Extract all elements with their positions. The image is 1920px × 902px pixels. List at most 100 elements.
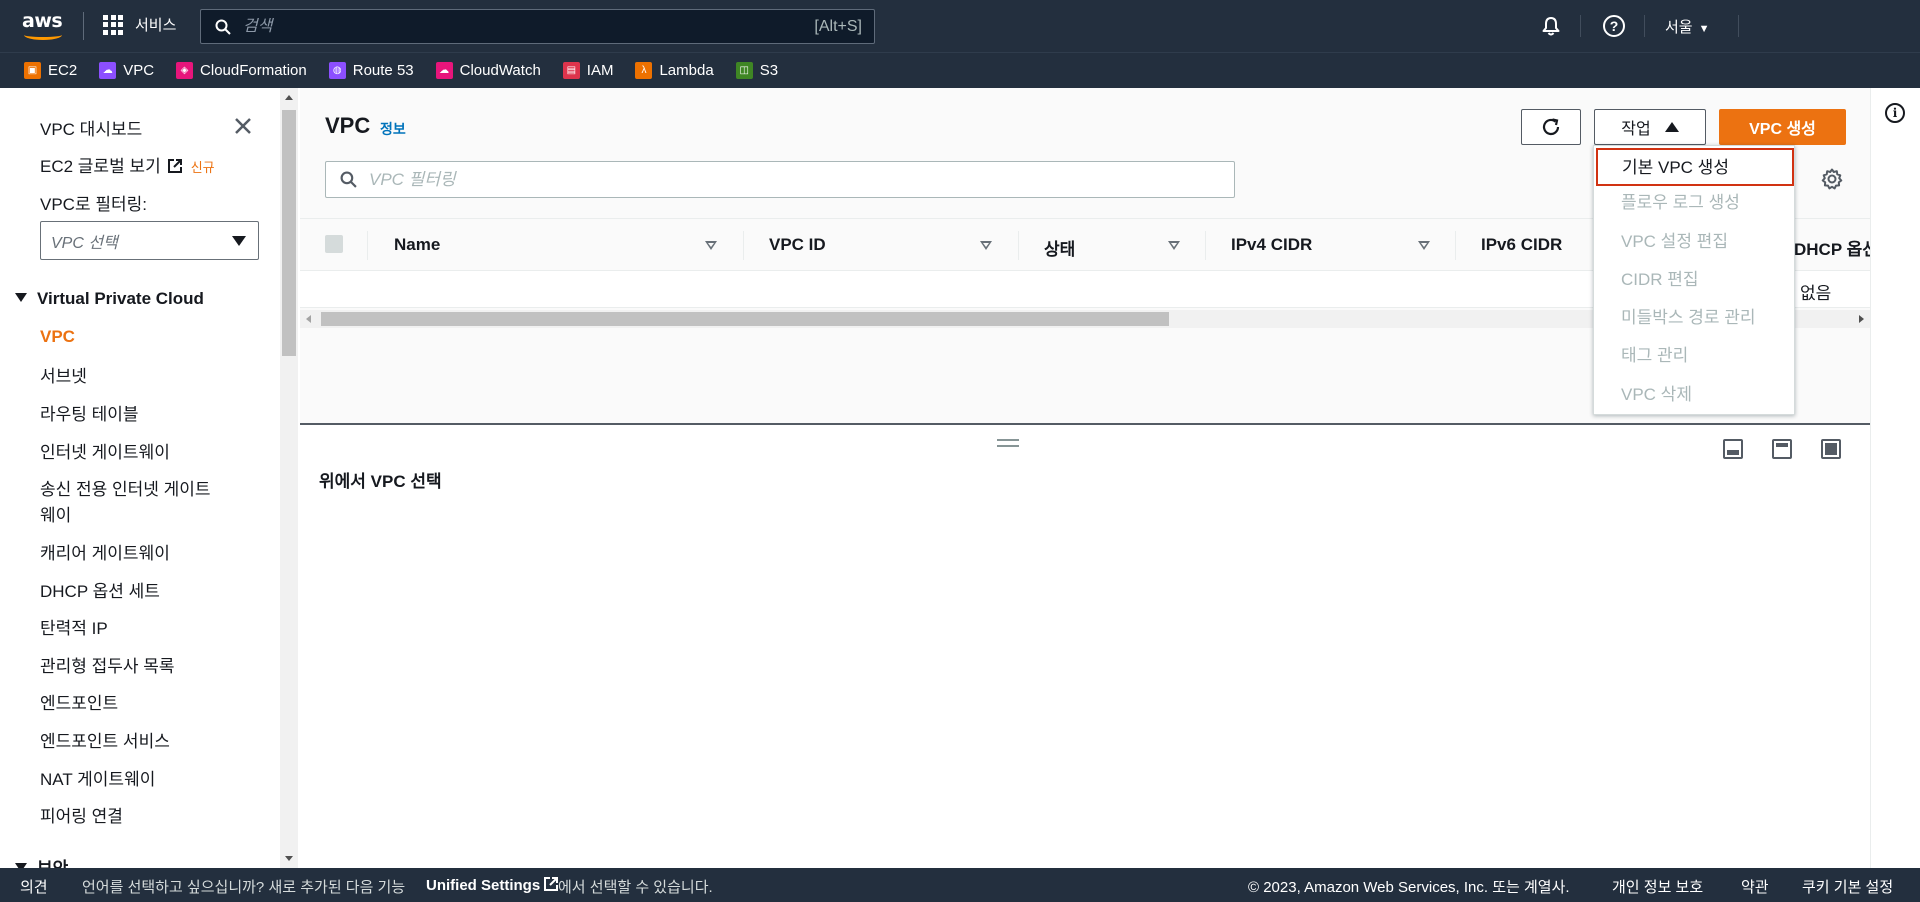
sidebar-item-vpc-dashboard[interactable]: VPC 대시보드 <box>40 115 142 140</box>
detail-panel-placeholder: 위에서 VPC 선택 <box>319 472 442 491</box>
favorite-cloudwatch[interactable]: ☁ CloudWatch <box>435 62 541 79</box>
menu-item-manage-tags[interactable]: 태그 관리 <box>1594 338 1794 376</box>
column-header-ipv4-cidr[interactable]: IPv4 CIDR <box>1231 235 1312 255</box>
menu-item-edit-vpc-settings[interactable]: VPC 설정 편집 <box>1594 224 1794 262</box>
column-separator[interactable] <box>1205 231 1206 260</box>
vpc-filter-input[interactable] <box>369 169 1234 190</box>
sidebar-scrollbar[interactable] <box>280 88 298 868</box>
favorite-route53[interactable]: ◍ Route 53 <box>328 62 414 79</box>
caret-down-icon <box>15 293 27 302</box>
scroll-up-arrow-icon[interactable] <box>285 95 293 100</box>
terms-link[interactable]: 약관 <box>1741 876 1769 897</box>
sidebar-item-ec2-global-view[interactable]: EC2 글로벌 보기 신규 <box>40 152 215 177</box>
sidebar-item-peering-connections[interactable]: 피어링 연결 <box>40 802 123 827</box>
scroll-right-arrow-icon[interactable] <box>1859 315 1864 323</box>
sidebar-item-egress-only-igw[interactable]: 송신 전용 인터넷 게이트 <box>40 475 211 500</box>
menu-item-manage-middlebox-routes[interactable]: 미들박스 경로 관리 <box>1594 300 1794 338</box>
global-search-input[interactable] <box>243 17 815 36</box>
menu-item-create-flow-log[interactable]: 플로우 로그 생성 <box>1594 185 1794 223</box>
menu-item-delete-vpc[interactable]: VPC 삭제 <box>1594 377 1794 415</box>
global-search[interactable]: [Alt+S] <box>200 9 875 44</box>
feedback-link[interactable]: 의견 <box>20 876 48 897</box>
menu-item-create-default-vpc[interactable]: 기본 VPC 생성 <box>1596 148 1794 186</box>
split-panel-full-icon[interactable] <box>1821 439 1841 459</box>
aws-logo[interactable]: aws <box>22 12 66 40</box>
vpc-filter-select[interactable]: VPC 선택 <box>40 221 259 260</box>
route53-service-icon: ◍ <box>328 62 346 79</box>
external-link-icon <box>544 877 559 891</box>
column-header-state[interactable]: 상태 <box>1044 235 1075 260</box>
actions-dropdown-button[interactable]: 작업 <box>1594 109 1706 145</box>
favorite-label: Route 53 <box>352 62 414 79</box>
drag-handle-icon[interactable] <box>997 439 1019 447</box>
sidebar-item-internet-gateways[interactable]: 인터넷 게이트웨이 <box>40 438 170 463</box>
sidebar-item-endpoints[interactable]: 엔드포인트 <box>40 689 118 714</box>
column-header-ipv6-cidr[interactable]: IPv6 CIDR <box>1481 235 1562 255</box>
menu-item-edit-cidrs[interactable]: CIDR 편집 <box>1594 262 1794 300</box>
column-separator[interactable] <box>1455 231 1456 260</box>
caret-down-icon: ▼ <box>1698 23 1710 35</box>
language-message-suffix: 에서 선택할 수 있습니다. <box>558 879 713 896</box>
search-icon <box>215 19 231 35</box>
actions-menu: 기본 VPC 생성 플로우 로그 생성 VPC 설정 편집 CIDR 편집 미들… <box>1593 145 1795 415</box>
help-icon[interactable]: ? <box>1603 15 1625 37</box>
sort-icon[interactable] <box>1418 241 1430 250</box>
scroll-down-arrow-icon[interactable] <box>285 856 293 861</box>
close-icon[interactable] <box>232 115 254 137</box>
region-selector[interactable]: 서울 ▼ <box>1665 16 1710 37</box>
column-header-dhcp-options[interactable]: DHCP 옵션 <box>1794 235 1878 260</box>
caret-down-icon <box>232 236 246 246</box>
favorite-iam[interactable]: ▤ IAM <box>562 62 613 79</box>
refresh-icon <box>1542 118 1560 136</box>
sort-icon[interactable] <box>705 241 717 250</box>
column-header-vpc-id[interactable]: VPC ID <box>769 235 826 255</box>
split-panel-side-icon[interactable] <box>1772 439 1792 459</box>
unified-settings-link[interactable]: Unified Settings <box>426 876 559 894</box>
sidebar-item-elastic-ips[interactable]: 탄력적 IP <box>40 614 108 639</box>
section-security[interactable]: 보안 <box>15 854 68 868</box>
sidebar-item-nat-gateways[interactable]: NAT 게이트웨이 <box>40 765 155 790</box>
sidebar-item-endpoint-services[interactable]: 엔드포인트 서비스 <box>40 727 170 752</box>
favorite-vpc[interactable]: ☁ VPC <box>99 62 154 79</box>
caret-up-icon <box>1664 122 1679 132</box>
favorite-lambda[interactable]: λ Lambda <box>635 62 714 79</box>
sidebar-item-vpc[interactable]: VPC <box>40 327 75 347</box>
favorite-label: Lambda <box>659 62 714 79</box>
favorite-label: CloudWatch <box>459 62 541 79</box>
sidebar-item-route-tables[interactable]: 라우팅 테이블 <box>40 400 139 425</box>
split-panel-bottom-icon[interactable] <box>1723 439 1743 459</box>
bell-icon[interactable] <box>1541 16 1561 36</box>
sidebar-item-subnets[interactable]: 서브넷 <box>40 362 87 387</box>
column-separator[interactable] <box>1018 231 1019 260</box>
vpc-filter-label: VPC로 필터링: <box>40 195 147 214</box>
dhcp-options-cell: 없음 <box>1800 284 1832 303</box>
gear-icon[interactable] <box>1821 168 1843 190</box>
favorite-ec2[interactable]: ▣ EC2 <box>24 62 77 79</box>
favorite-s3[interactable]: ◫ S3 <box>735 62 778 79</box>
favorite-cloudformation[interactable]: ◈ CloudFormation <box>176 62 307 79</box>
ec2-service-icon: ▣ <box>24 62 41 79</box>
section-virtual-private-cloud[interactable]: Virtual Private Cloud <box>15 289 204 309</box>
vpc-filter[interactable] <box>325 161 1235 198</box>
sidebar-item-egress-only-igw-wrap[interactable]: 웨이 <box>40 501 71 526</box>
refresh-button[interactable] <box>1521 109 1581 145</box>
column-separator[interactable] <box>743 231 744 260</box>
services-menu-button[interactable]: 서비스 <box>103 14 176 35</box>
sidebar-item-carrier-gateways[interactable]: 캐리어 게이트웨이 <box>40 539 170 564</box>
cookie-preferences-link[interactable]: 쿠키 기본 설정 <box>1802 876 1893 897</box>
nav-separator <box>1738 15 1739 37</box>
select-all-checkbox[interactable] <box>325 235 343 253</box>
footer: 의견 언어를 선택하고 싶으십니까? 새로 추가된 다음 기능 Unified … <box>0 868 1920 902</box>
scrollbar-thumb[interactable] <box>321 312 1169 326</box>
sidebar-item-dhcp-option-sets[interactable]: DHCP 옵션 세트 <box>40 577 160 602</box>
sidebar-item-managed-prefix-lists[interactable]: 관리형 접두사 목록 <box>40 652 175 677</box>
sort-icon[interactable] <box>1168 241 1180 250</box>
column-header-name[interactable]: Name <box>394 235 440 255</box>
privacy-link[interactable]: 개인 정보 보호 <box>1612 876 1703 897</box>
scrollbar-thumb[interactable] <box>282 110 296 356</box>
info-link[interactable]: 정보 <box>380 119 406 139</box>
create-vpc-button[interactable]: VPC 생성 <box>1719 109 1846 145</box>
scroll-left-arrow-icon[interactable] <box>306 315 311 323</box>
sort-icon[interactable] <box>980 241 992 250</box>
info-icon[interactable]: i <box>1885 103 1905 123</box>
